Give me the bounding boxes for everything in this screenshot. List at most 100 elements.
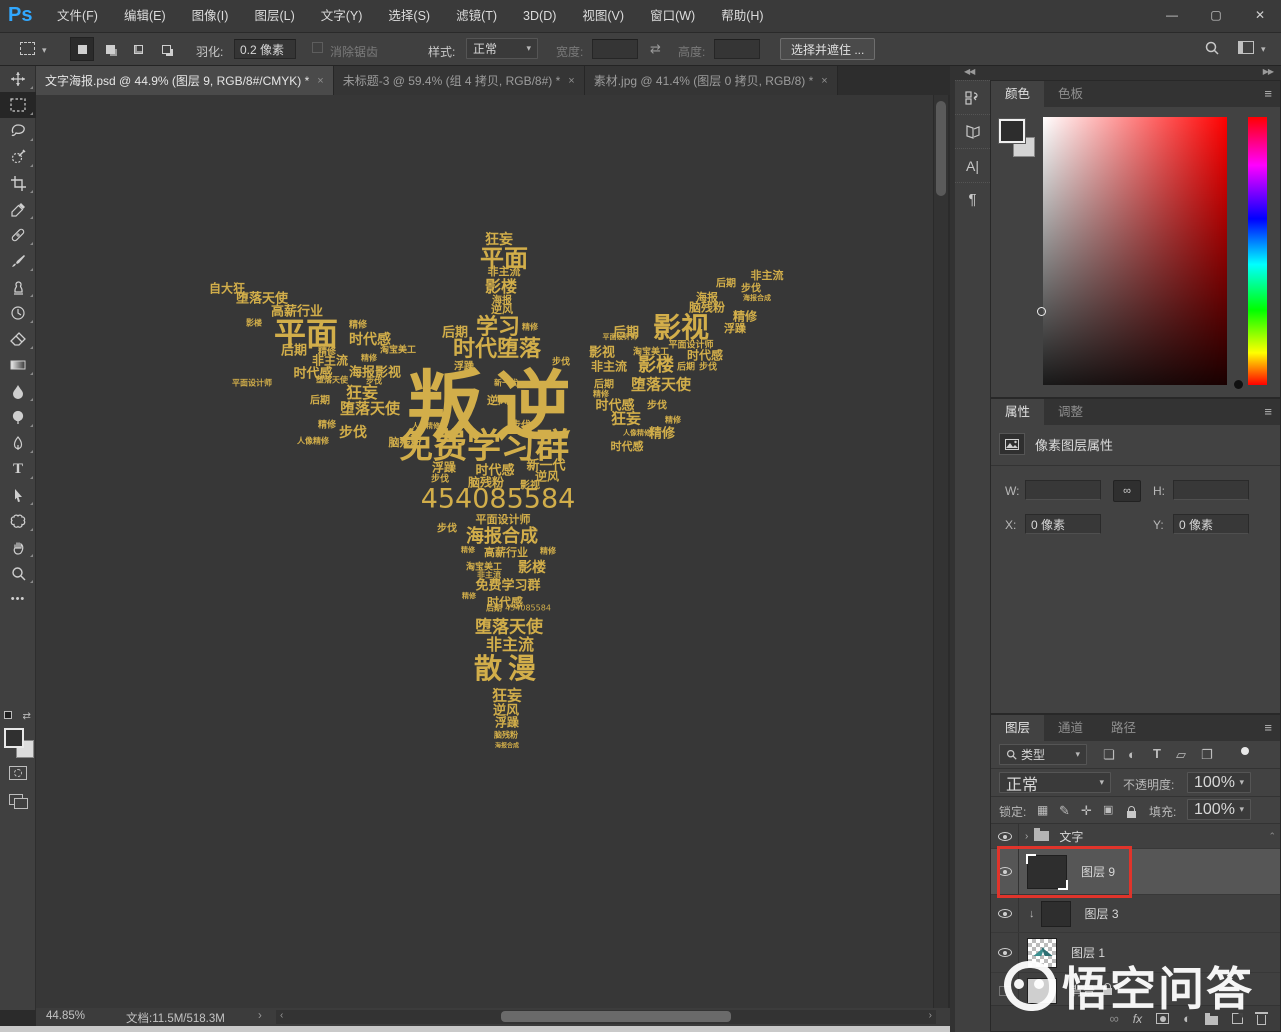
doc-tab-3[interactable]: 素材.jpg @ 41.4% (图层 0 拷贝, RGB/8) * × xyxy=(585,66,838,95)
menu-item-7[interactable]: 滤镜(T) xyxy=(443,0,510,33)
quick-mask-mode-icon[interactable] xyxy=(9,766,27,780)
tab-properties[interactable]: 属性 xyxy=(991,399,1044,425)
type-tool-icon[interactable]: T xyxy=(0,456,36,482)
expand-dock-icon[interactable]: ◀◀ xyxy=(964,67,974,76)
intersect-selection-mode-button[interactable] xyxy=(154,37,178,61)
visibility-toggle[interactable] xyxy=(991,933,1019,972)
tab-paths[interactable]: 路径 xyxy=(1097,715,1150,741)
new-layer-icon[interactable] xyxy=(1232,1013,1243,1024)
character-panel-icon[interactable]: A| xyxy=(955,148,990,182)
menu-item-10[interactable]: 窗口(W) xyxy=(637,0,708,33)
hand-tool-icon[interactable] xyxy=(0,534,36,560)
color-panel-foreground-swatch[interactable] xyxy=(999,119,1025,143)
blur-tool-icon[interactable] xyxy=(0,378,36,404)
opacity-value[interactable]: 100% ▾ xyxy=(1187,772,1251,793)
width-value-field[interactable] xyxy=(1025,480,1101,500)
layer-row-group[interactable]: › 文字 ⌃ xyxy=(991,824,1280,849)
visibility-toggle[interactable] xyxy=(991,973,1019,1008)
menu-item-2[interactable]: 编辑(E) xyxy=(111,0,179,33)
maximize-button[interactable]: ▢ xyxy=(1201,5,1231,25)
layer-row-selected[interactable]: 图层 9 xyxy=(991,849,1280,895)
layer-name[interactable]: 图层 9 xyxy=(1081,863,1115,880)
move-tool-icon[interactable] xyxy=(0,66,36,92)
style-select[interactable]: 正常 ▾ xyxy=(466,38,538,59)
layer-name[interactable]: 文字 xyxy=(1059,828,1083,845)
visibility-toggle[interactable] xyxy=(991,849,1019,894)
close-tab-icon[interactable]: × xyxy=(568,75,574,87)
panel-menu-icon[interactable]: ≡ xyxy=(1264,715,1272,741)
screen-mode-icon[interactable] xyxy=(9,794,28,809)
layer-row-background[interactable]: 背景 xyxy=(991,973,1280,1009)
lasso-tool-icon[interactable] xyxy=(0,118,36,144)
layer-thumbnail[interactable] xyxy=(1041,901,1071,927)
custom-shape-tool-icon[interactable] xyxy=(0,508,36,534)
delete-layer-icon[interactable] xyxy=(1257,1015,1266,1025)
document-canvas[interactable]: 狂妄平面非主流影楼海报逆风后期学习精修自大狂堕落天使高薪行业影楼平面精修时代感后… xyxy=(36,95,933,1008)
history-brush-tool-icon[interactable] xyxy=(0,300,36,326)
tab-layers[interactable]: 图层 xyxy=(991,715,1044,741)
rectangular-marquee-tool-icon[interactable] xyxy=(0,92,36,118)
menu-item-8[interactable]: 3D(D) xyxy=(510,0,569,33)
layer-thumbnail[interactable] xyxy=(1027,855,1067,889)
foreground-color-swatch[interactable] xyxy=(4,728,24,748)
horizontal-scrollbar-thumb[interactable] xyxy=(501,1011,731,1022)
vertical-scrollbar-thumb[interactable] xyxy=(936,101,946,196)
menu-item-11[interactable]: 帮助(H) xyxy=(708,0,776,33)
add-selection-mode-button[interactable] xyxy=(98,37,122,61)
menu-item-9[interactable]: 视图(V) xyxy=(569,0,637,33)
filter-adjustment-layers-icon[interactable]: ◐ xyxy=(1128,747,1136,762)
height-value-field[interactable] xyxy=(1173,480,1249,500)
doc-tab-1[interactable]: 文字海报.psd @ 44.9% (图层 9, RGB/8#/CMYK) * × xyxy=(36,66,334,95)
layer-name[interactable]: 图层 3 xyxy=(1085,905,1119,922)
edit-toolbar-icon[interactable]: ••• xyxy=(0,586,36,612)
hue-slider[interactable] xyxy=(1248,117,1267,385)
crop-tool-icon[interactable] xyxy=(0,170,36,196)
add-layer-mask-icon[interactable] xyxy=(1156,1013,1169,1024)
layer-name[interactable]: 背景 xyxy=(1071,982,1095,999)
layer-filter-select[interactable]: 类型 ▾ xyxy=(999,744,1087,765)
pen-tool-icon[interactable] xyxy=(0,430,36,456)
swap-colors-icon[interactable]: ⇄ xyxy=(22,711,30,722)
layer-thumbnail[interactable] xyxy=(1027,938,1057,968)
close-button[interactable]: ✕ xyxy=(1245,5,1275,25)
y-value-field[interactable] xyxy=(1173,514,1249,534)
swap-dimensions-icon[interactable]: ⇄ xyxy=(650,41,661,57)
fill-value[interactable]: 100% ▾ xyxy=(1187,799,1251,820)
new-group-icon[interactable] xyxy=(1205,1016,1218,1025)
lock-pixels-icon[interactable]: ✎ xyxy=(1059,803,1070,819)
layer-thumbnail[interactable] xyxy=(1027,978,1057,1004)
libraries-panel-icon[interactable] xyxy=(955,114,990,148)
workspace-chevron-icon[interactable]: ▾ xyxy=(1261,44,1266,55)
history-panel-icon[interactable] xyxy=(955,80,990,114)
feather-input[interactable] xyxy=(234,39,296,59)
layer-row[interactable]: 图层 1 xyxy=(991,933,1280,973)
filter-shape-layers-icon[interactable]: ▱ xyxy=(1176,747,1186,763)
new-adjustment-layer-icon[interactable]: ◐ xyxy=(1183,1011,1191,1026)
filter-type-layers-icon[interactable]: T xyxy=(1153,746,1161,761)
visibility-toggle[interactable] xyxy=(991,824,1019,848)
preset-chevron-icon[interactable]: ▾ xyxy=(42,45,47,56)
select-and-mask-button[interactable]: 选择并遮住 ... xyxy=(780,38,875,60)
collapse-dock-icon[interactable]: ▶▶ xyxy=(1263,67,1273,76)
tab-swatches[interactable]: 色板 xyxy=(1044,81,1097,107)
healing-brush-tool-icon[interactable] xyxy=(0,222,36,248)
menu-item-3[interactable]: 图像(I) xyxy=(179,0,242,33)
zoom-level[interactable]: 44.85% xyxy=(46,1010,85,1022)
close-tab-icon[interactable]: × xyxy=(821,75,827,87)
layer-name[interactable]: 图层 1 xyxy=(1071,944,1105,961)
close-tab-icon[interactable]: × xyxy=(317,75,323,87)
scroll-right-icon[interactable]: › xyxy=(929,1010,932,1021)
doc-tab-2[interactable]: 未标题-3 @ 59.4% (组 4 拷贝, RGB/8#) * × xyxy=(334,66,585,95)
layer-style-fx-icon[interactable]: fx xyxy=(1133,1012,1142,1026)
dodge-tool-icon[interactable] xyxy=(0,404,36,430)
new-selection-mode-button[interactable] xyxy=(70,37,94,61)
marquee-preset-icon[interactable] xyxy=(20,42,35,58)
saturation-brightness-field[interactable] xyxy=(1043,117,1227,385)
vertical-scrollbar[interactable] xyxy=(933,95,948,1008)
filter-pixel-layers-icon[interactable]: ❏ xyxy=(1103,747,1115,763)
link-layers-icon[interactable]: ∞ xyxy=(1110,1011,1119,1026)
lock-transparency-icon[interactable]: ▦ xyxy=(1037,803,1048,817)
lock-artboard-icon[interactable]: ▣ xyxy=(1103,803,1113,816)
height-input[interactable] xyxy=(714,39,760,59)
default-colors-icon[interactable]: ⇄ xyxy=(4,706,31,724)
